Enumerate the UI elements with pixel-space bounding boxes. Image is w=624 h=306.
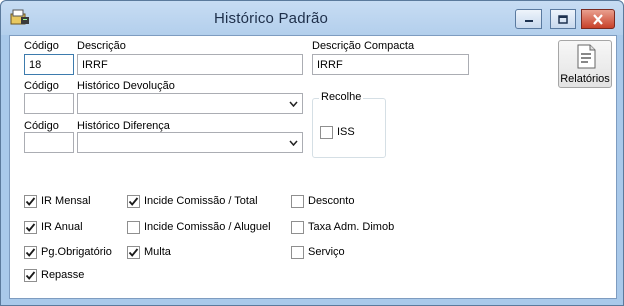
checkmark-icon	[128, 247, 139, 257]
checkbox-label: Incide Comissão / Total	[144, 195, 258, 207]
recolhe-group: Recolhe ISS	[312, 91, 386, 158]
checkbox-label: Serviço	[308, 246, 345, 258]
descricao-compacta-label: Descrição Compacta	[312, 40, 415, 52]
checkbox-box	[127, 245, 140, 259]
ir-anual-checkbox[interactable]: IR Anual	[24, 220, 83, 234]
codigo-devolucao-label: Código	[24, 80, 59, 92]
checkbox-box	[291, 194, 304, 208]
checkbox-label: Repasse	[41, 269, 85, 281]
checkbox-box	[127, 194, 140, 208]
close-button[interactable]	[581, 9, 615, 29]
taxa-adm-dimob-checkbox[interactable]: Taxa Adm. Dimob	[291, 220, 394, 234]
multa-checkbox[interactable]: Multa	[127, 245, 171, 259]
checkbox-label: Incide Comissão / Aluguel	[144, 221, 271, 233]
relatorios-button[interactable]: Relatórios	[558, 40, 612, 88]
maximize-button[interactable]	[550, 9, 576, 29]
checkbox-label: IR Mensal	[41, 195, 91, 207]
checkbox-label: Pg.Obrigatório	[41, 246, 112, 258]
minimize-button[interactable]	[515, 9, 542, 29]
servico-checkbox[interactable]: Serviço	[291, 245, 345, 259]
window-title: Histórico Padrão	[213, 10, 329, 27]
checkmark-icon	[25, 222, 36, 232]
title-bar[interactable]: Histórico Padrão	[1, 1, 623, 35]
checkbox-box	[291, 245, 304, 259]
checkmark-icon	[25, 247, 36, 257]
historico-diferenca-select[interactable]	[77, 132, 303, 153]
historico-devolucao-select[interactable]	[77, 93, 303, 114]
maximize-icon	[558, 14, 568, 24]
iss-label: ISS	[337, 126, 355, 138]
close-icon	[593, 13, 603, 25]
codigo-label: Código	[24, 40, 59, 52]
incide-comissao-aluguel-checkbox[interactable]: Incide Comissão / Aluguel	[127, 220, 271, 234]
checkbox-box	[291, 220, 304, 234]
checkbox-label: Taxa Adm. Dimob	[308, 221, 395, 233]
checkmark-icon	[25, 270, 36, 280]
repasse-checkbox[interactable]: Repasse	[24, 268, 84, 282]
desconto-checkbox[interactable]: Desconto	[291, 194, 354, 208]
checkbox-label: IR Anual	[41, 221, 83, 233]
checkbox-box	[320, 125, 333, 139]
checkmark-icon	[128, 196, 139, 206]
minimize-icon	[524, 20, 533, 22]
checkbox-box	[127, 220, 140, 234]
recolhe-legend: Recolhe	[319, 91, 364, 103]
descricao-input[interactable]: IRRF	[77, 54, 303, 75]
codigo-diferenca-input[interactable]	[24, 132, 74, 153]
codigo-diferenca-label: Código	[24, 120, 59, 132]
checkbox-box	[24, 268, 37, 282]
window: Histórico Padrão Código 18 Descrição IRR…	[0, 0, 624, 306]
incide-comissao-total-checkbox[interactable]: Incide Comissão / Total	[127, 194, 258, 208]
checkbox-box	[24, 194, 37, 208]
checkbox-label: Multa	[144, 246, 171, 258]
iss-checkbox[interactable]: ISS	[320, 125, 355, 139]
ir-mensal-checkbox[interactable]: IR Mensal	[24, 194, 91, 208]
pg-obrigatorio-checkbox[interactable]: Pg.Obrigatório	[24, 245, 112, 259]
descricao-label: Descrição	[77, 40, 126, 52]
checkbox-box	[24, 245, 37, 259]
checkbox-box	[24, 220, 37, 234]
checkbox-label: Desconto	[308, 195, 355, 207]
checkmark-icon	[25, 196, 36, 206]
form-body: Código 18 Descrição IRRF Descrição Compa…	[9, 35, 617, 299]
report-icon	[577, 44, 596, 69]
codigo-devolucao-input[interactable]	[24, 93, 74, 114]
chevron-down-icon	[287, 133, 299, 152]
relatorios-label: Relatórios	[560, 73, 610, 85]
historico-devolucao-label: Histórico Devolução	[77, 80, 175, 92]
descricao-compacta-input[interactable]: IRRF	[312, 54, 469, 75]
codigo-input[interactable]: 18	[24, 54, 74, 75]
chevron-down-icon	[287, 94, 299, 113]
historico-diferenca-label: Histórico Diferença	[77, 120, 170, 132]
